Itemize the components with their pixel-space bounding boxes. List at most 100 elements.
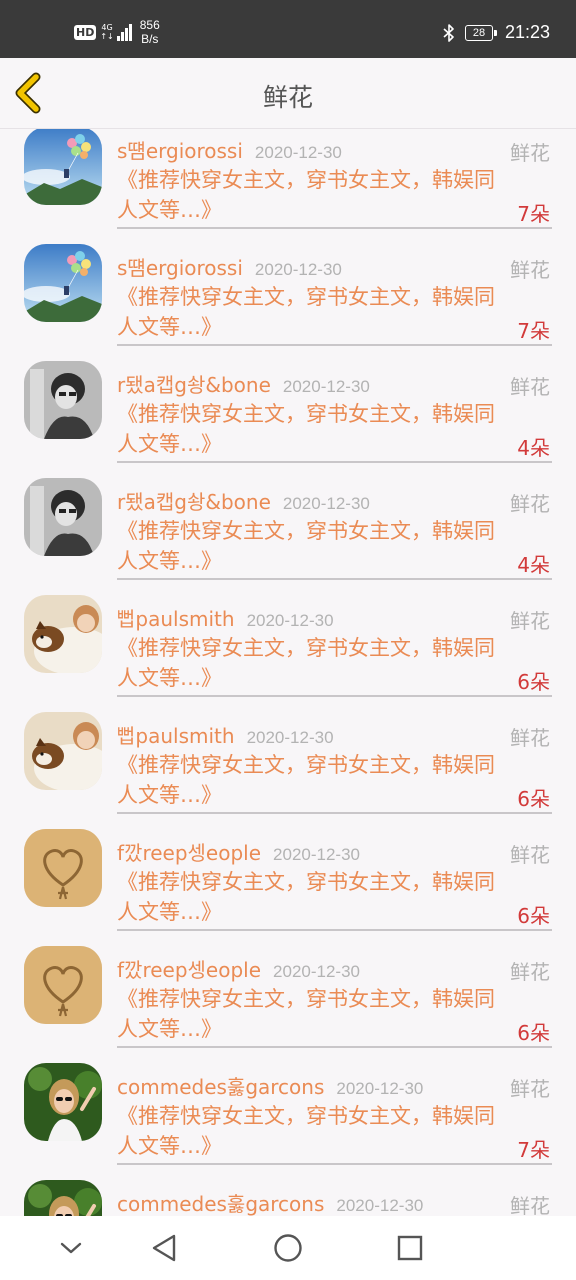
gift-time: 2020-12-30 bbox=[336, 1079, 424, 1098]
gift-type: 鲜花 bbox=[510, 726, 550, 750]
collapse-chevron-icon bbox=[60, 1242, 82, 1254]
status-right: 28 21:23 bbox=[443, 22, 550, 43]
user-name-text: r됐a캡g솽&bone bbox=[117, 490, 271, 514]
gift-row[interactable]: commedes훓garcons 2020-12-30 鲜花 bbox=[0, 1180, 576, 1216]
hd-badge: HD bbox=[74, 24, 97, 40]
gift-time: 2020-12-30 bbox=[254, 260, 342, 279]
network-speed: 856 B/s bbox=[140, 18, 160, 46]
row-divider bbox=[117, 1163, 552, 1165]
gift-row[interactable]: 뻡paulsmith 2020-12-30 鲜花 《推荐快穿女主文，穿书女主文，韩娱同… bbox=[0, 712, 576, 829]
collapse-button[interactable] bbox=[53, 1230, 89, 1266]
gift-count: 6朵 bbox=[517, 787, 550, 811]
nav-back-button[interactable] bbox=[147, 1230, 183, 1266]
bluetooth-icon bbox=[443, 23, 454, 42]
nav-home-button[interactable] bbox=[270, 1230, 306, 1266]
network-type: 4G ↑↓ bbox=[100, 23, 113, 41]
gift-row[interactable]: 뻡paulsmith 2020-12-30 鲜花 《推荐快穿女主文，穿书女主文，韩娱同… bbox=[0, 595, 576, 712]
book-title-link[interactable]: 《推荐快穿女主文，穿书女主文，韩娱同人文等…》 bbox=[117, 282, 507, 342]
gift-time: 2020-12-30 bbox=[282, 494, 370, 513]
gift-time: 2020-12-30 bbox=[246, 611, 334, 630]
user-name[interactable]: s떔ergiorossi 2020-12-30 bbox=[117, 135, 342, 164]
gift-row[interactable]: f깠reep셍eople 2020-12-30 鲜花 《推荐快穿女主文，穿书女主文，韩… bbox=[0, 829, 576, 946]
user-avatar[interactable] bbox=[24, 946, 102, 1024]
gift-count: 7朵 bbox=[517, 202, 550, 226]
gift-time: 2020-12-30 bbox=[273, 845, 360, 864]
gift-count: 4朵 bbox=[517, 553, 550, 577]
row-divider bbox=[117, 1046, 552, 1048]
gift-list-inner: s떔ergiorossi 2020-12-30 鲜花 《推荐快穿女主文，穿书女主文，韩… bbox=[0, 129, 576, 1216]
user-name-text: commedes훓garcons bbox=[117, 1075, 325, 1099]
gift-time: 2020-12-30 bbox=[273, 962, 360, 981]
signal-icon bbox=[116, 23, 132, 41]
user-name[interactable]: r됐a캡g솽&bone 2020-12-30 bbox=[117, 369, 370, 398]
user-avatar[interactable] bbox=[24, 478, 102, 556]
row-divider bbox=[117, 344, 552, 346]
user-name[interactable]: s떔ergiorossi 2020-12-30 bbox=[117, 252, 342, 281]
user-avatar[interactable] bbox=[24, 129, 102, 205]
user-avatar[interactable] bbox=[24, 595, 102, 673]
user-avatar[interactable] bbox=[24, 361, 102, 439]
user-name-text: s떔ergiorossi bbox=[117, 256, 243, 280]
gift-count: 4朵 bbox=[517, 436, 550, 460]
gift-count: 6朵 bbox=[517, 1021, 550, 1045]
gift-time: 2020-12-30 bbox=[282, 377, 370, 396]
gift-type: 鲜花 bbox=[510, 843, 550, 867]
book-title-link[interactable]: 《推荐快穿女主文，穿书女主文，韩娱同人文等…》 bbox=[117, 1101, 507, 1161]
network-arrows: ↑↓ bbox=[100, 32, 114, 41]
gift-type: 鲜花 bbox=[510, 1194, 550, 1216]
book-title-link[interactable]: 《推荐快穿女主文，穿书女主文，韩娱同人文等…》 bbox=[117, 633, 507, 693]
gift-type: 鲜花 bbox=[510, 960, 550, 984]
gift-row[interactable]: commedes훓garcons 2020-12-30 鲜花 《推荐快穿女主文，穿书女… bbox=[0, 1063, 576, 1180]
gift-row[interactable]: s떔ergiorossi 2020-12-30 鲜花 《推荐快穿女主文，穿书女主文，韩… bbox=[0, 129, 576, 244]
gift-count: 7朵 bbox=[517, 1138, 550, 1162]
gift-type: 鲜花 bbox=[510, 141, 550, 165]
user-name-text: 뻡paulsmith bbox=[117, 724, 235, 748]
row-divider bbox=[117, 812, 552, 814]
speed-value: 856 bbox=[139, 18, 160, 32]
gift-row[interactable]: r됐a캡g솽&bone 2020-12-30 鲜花 《推荐快穿女主文，穿书女主文，韩娱… bbox=[0, 361, 576, 478]
back-triangle-icon bbox=[152, 1234, 176, 1262]
row-divider bbox=[117, 578, 552, 580]
gift-row[interactable]: r됐a캡g솽&bone 2020-12-30 鲜花 《推荐快穿女主文，穿书女主文，韩娱… bbox=[0, 478, 576, 595]
gift-type: 鲜花 bbox=[510, 1077, 550, 1101]
user-name[interactable]: f깠reep셍eople 2020-12-30 bbox=[117, 954, 360, 983]
nav-recents-button[interactable] bbox=[392, 1230, 428, 1266]
gift-count: 6朵 bbox=[517, 904, 550, 928]
user-name-text: s떔ergiorossi bbox=[117, 139, 243, 163]
user-name[interactable]: r됐a캡g솽&bone 2020-12-30 bbox=[117, 486, 370, 515]
gift-list[interactable]: s떔ergiorossi 2020-12-30 鲜花 《推荐快穿女主文，穿书女主文，韩… bbox=[0, 129, 576, 1216]
user-name-text: 뻡paulsmith bbox=[117, 607, 235, 631]
user-avatar[interactable] bbox=[24, 712, 102, 790]
gift-row[interactable]: s떔ergiorossi 2020-12-30 鲜花 《推荐快穿女主文，穿书女主文，韩… bbox=[0, 244, 576, 361]
gift-type: 鲜花 bbox=[510, 492, 550, 516]
battery-icon: 28 bbox=[464, 24, 497, 41]
row-divider bbox=[117, 461, 552, 463]
book-title-link[interactable]: 《推荐快穿女主文，穿书女主文，韩娱同人文等…》 bbox=[117, 165, 507, 225]
user-avatar[interactable] bbox=[24, 1063, 102, 1141]
page-title: 鲜花 bbox=[262, 83, 313, 112]
user-avatar[interactable] bbox=[24, 1180, 102, 1216]
book-title-link[interactable]: 《推荐快穿女主文，穿书女主文，韩娱同人文等…》 bbox=[117, 984, 507, 1044]
home-circle-icon bbox=[274, 1234, 302, 1262]
status-bar: HD 4G ↑↓ 856 B/s 28 21:23 bbox=[0, 0, 576, 58]
gift-row[interactable]: f깠reep셍eople 2020-12-30 鲜花 《推荐快穿女主文，穿书女主文，韩… bbox=[0, 946, 576, 1063]
user-avatar[interactable] bbox=[24, 829, 102, 907]
book-title-link[interactable]: 《推荐快穿女主文，穿书女主文，韩娱同人文等…》 bbox=[117, 867, 507, 927]
system-nav-bar bbox=[0, 1216, 576, 1280]
book-title-link[interactable]: 《推荐快穿女主文，穿书女主文，韩娱同人文等…》 bbox=[117, 516, 507, 576]
status-left: HD 4G ↑↓ 856 B/s bbox=[74, 18, 160, 46]
book-title-link[interactable]: 《推荐快穿女主文，穿书女主文，韩娱同人文等…》 bbox=[117, 399, 507, 459]
user-avatar[interactable] bbox=[24, 244, 102, 322]
user-name[interactable]: commedes훓garcons 2020-12-30 bbox=[117, 1188, 423, 1216]
user-name[interactable]: f깠reep셍eople 2020-12-30 bbox=[117, 837, 360, 866]
gift-count: 7朵 bbox=[517, 319, 550, 343]
gift-type: 鲜花 bbox=[510, 375, 550, 399]
book-title-link[interactable]: 《推荐快穿女主文，穿书女主文，韩娱同人文等…》 bbox=[117, 750, 507, 810]
user-name-text: r됐a캡g솽&bone bbox=[117, 373, 271, 397]
user-name-text: commedes훓garcons bbox=[117, 1192, 325, 1216]
user-name[interactable]: commedes훓garcons 2020-12-30 bbox=[117, 1071, 423, 1100]
gift-type: 鲜花 bbox=[510, 258, 550, 282]
user-name[interactable]: 뻡paulsmith 2020-12-30 bbox=[117, 720, 334, 749]
gift-time: 2020-12-30 bbox=[254, 143, 342, 162]
user-name[interactable]: 뻡paulsmith 2020-12-30 bbox=[117, 603, 334, 632]
